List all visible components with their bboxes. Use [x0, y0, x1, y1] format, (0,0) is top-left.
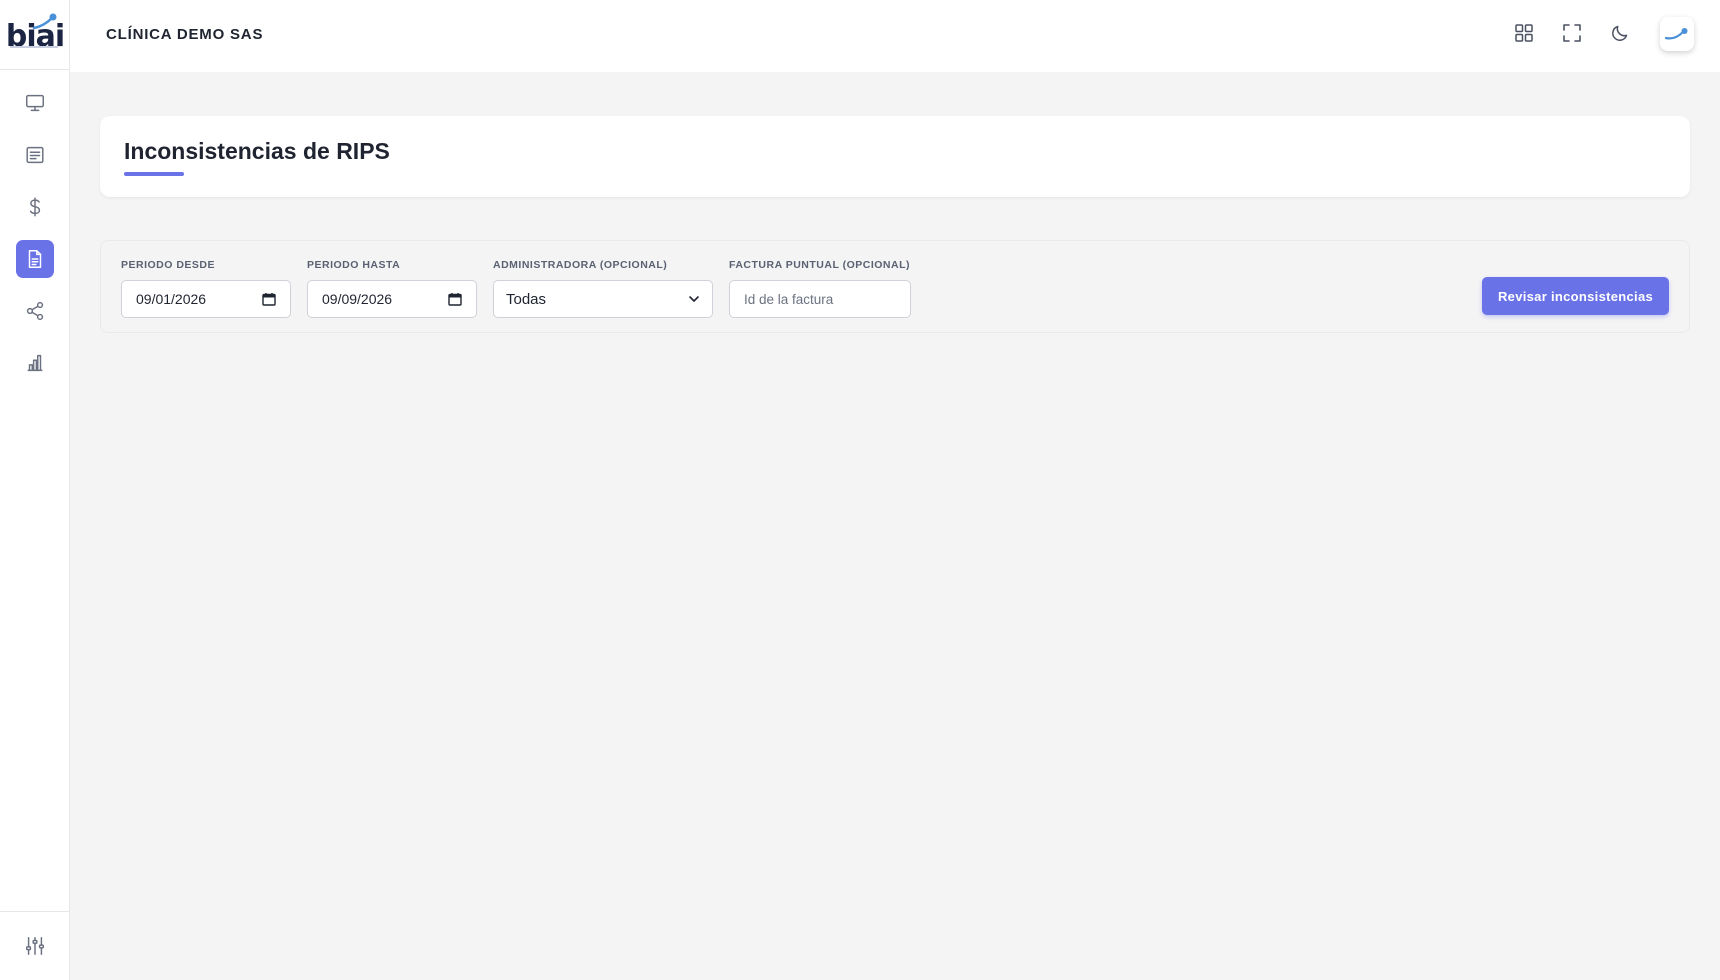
apps-button[interactable] — [1511, 20, 1537, 46]
sliders-icon — [26, 937, 44, 955]
periodo-hasta-value: 09/09/2026 — [322, 291, 393, 307]
user-avatar[interactable] — [1660, 17, 1694, 51]
periodo-hasta-field: PERIODO HASTA 09/09/2026 — [307, 259, 477, 318]
sidebar-item-documents[interactable] — [16, 136, 54, 174]
administradora-select[interactable]: Todas — [493, 280, 713, 318]
logo-swoosh-icon — [32, 13, 57, 30]
sidebar-nav — [0, 84, 70, 396]
bar-chart-icon — [27, 354, 43, 372]
document-list-icon — [26, 146, 44, 164]
moon-icon — [1612, 25, 1628, 41]
fullscreen-icon — [1563, 24, 1581, 42]
avatar-logo-icon — [1664, 28, 1688, 40]
chevron-down-icon — [689, 296, 699, 302]
factura-input[interactable]: Id de la factura — [729, 280, 911, 318]
dollar-icon — [29, 197, 41, 217]
calendar-icon[interactable] — [448, 292, 462, 306]
administradora-label: ADMINISTRADORA (OPCIONAL) — [493, 259, 668, 271]
sidebar-item-billing[interactable] — [16, 188, 54, 226]
top-bar: CLÍNICA DEMO SAS — [70, 0, 1720, 72]
sidebar-item-settings[interactable] — [0, 911, 70, 980]
company-name: CLÍNICA DEMO SAS — [106, 26, 264, 43]
share-icon — [26, 301, 44, 321]
sidebar: biai — [0, 0, 70, 980]
filter-panel: PERIODO DESDE 09/01/2026 PERIODO HASTA 0… — [100, 240, 1690, 333]
periodo-desde-label: PERIODO DESDE — [121, 259, 216, 271]
periodo-desde-field: PERIODO DESDE 09/01/2026 — [121, 259, 291, 318]
title-underline — [124, 172, 184, 176]
page-title: Inconsistencias de RIPS — [124, 138, 390, 164]
periodo-desde-value: 09/01/2026 — [136, 291, 207, 307]
file-text-icon — [28, 250, 42, 268]
periodo-desde-input[interactable]: 09/01/2026 — [121, 280, 291, 318]
grid-icon — [1515, 24, 1533, 42]
sidebar-item-share[interactable] — [16, 292, 54, 330]
factura-field: FACTURA PUNTUAL (OPCIONAL) Id de la fact… — [729, 259, 911, 318]
page-header-card: Inconsistencias de RIPS — [100, 116, 1690, 197]
administradora-field: ADMINISTRADORA (OPCIONAL) Todas — [493, 259, 713, 318]
factura-label: FACTURA PUNTUAL (OPCIONAL) — [729, 259, 910, 271]
sidebar-item-reports[interactable] — [16, 344, 54, 382]
dark-mode-toggle[interactable] — [1607, 20, 1633, 46]
sidebar-item-dashboard[interactable] — [16, 84, 54, 122]
sidebar-item-rips[interactable] — [16, 240, 54, 278]
fullscreen-button[interactable] — [1559, 20, 1585, 46]
periodo-hasta-label: PERIODO HASTA — [307, 259, 401, 271]
revisar-inconsistencias-button[interactable]: Revisar inconsistencias — [1482, 277, 1669, 315]
periodo-hasta-input[interactable]: 09/09/2026 — [307, 280, 477, 318]
factura-placeholder: Id de la factura — [744, 291, 834, 307]
brand-logo[interactable]: biai — [0, 0, 70, 70]
monitor-icon — [26, 94, 44, 112]
administradora-value: Todas — [506, 290, 547, 308]
calendar-icon[interactable] — [262, 292, 276, 306]
logo-tagline — [10, 46, 58, 48]
